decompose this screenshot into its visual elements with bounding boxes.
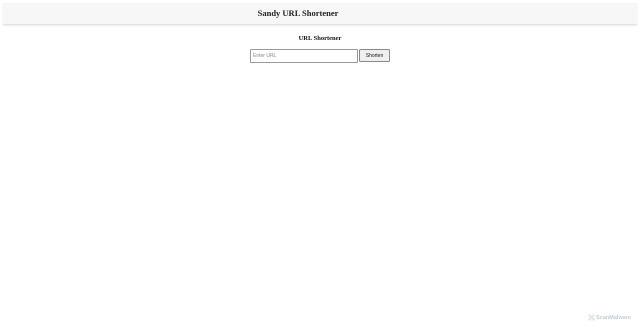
site-header: Sandy URL Shortener <box>3 3 637 25</box>
watermark: ScanMalware <box>588 314 631 321</box>
section-title: URL Shortener <box>298 35 342 42</box>
page: Sandy URL Shortener URL Shortener Shorte… <box>0 0 640 331</box>
shorten-button[interactable]: Shorten <box>359 49 390 62</box>
scanmalware-logo-icon <box>588 314 595 321</box>
site-title: Sandy URL Shortener <box>257 8 339 18</box>
shorten-form: Shorten <box>250 49 391 63</box>
url-input[interactable] <box>250 49 358 63</box>
watermark-text: ScanMalware <box>596 314 631 321</box>
